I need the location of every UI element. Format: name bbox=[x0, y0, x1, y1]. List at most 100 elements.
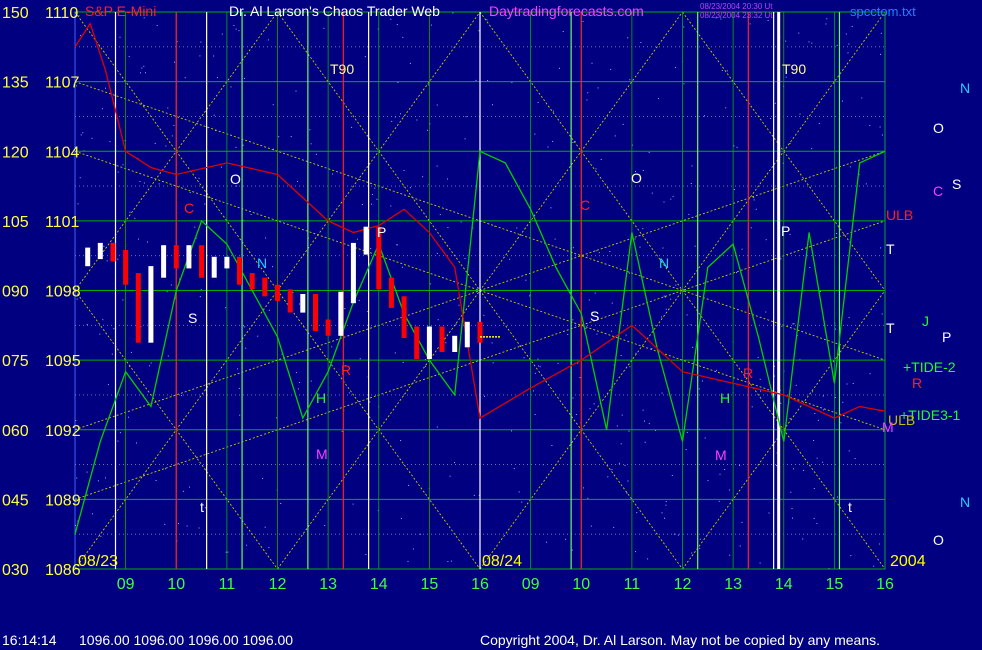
star-dot bbox=[559, 67, 560, 69]
star-dot bbox=[402, 36, 404, 38]
star-dot bbox=[158, 183, 160, 185]
star-dot bbox=[589, 408, 591, 410]
star-dot bbox=[780, 258, 782, 260]
website-link[interactable]: Daytradingforecasts.com bbox=[489, 3, 644, 19]
star-dot bbox=[665, 308, 667, 310]
star-dot bbox=[642, 409, 644, 411]
sidebar-label: ULB bbox=[886, 207, 913, 223]
star-dot bbox=[117, 258, 119, 260]
sidebar-label: N bbox=[960, 494, 970, 510]
star-dot bbox=[585, 328, 587, 330]
star-dot bbox=[199, 296, 201, 298]
star-dot bbox=[80, 134, 82, 136]
star-dot bbox=[816, 522, 818, 524]
star-dot bbox=[268, 547, 270, 549]
star-dot bbox=[873, 565, 875, 567]
star-dot bbox=[635, 551, 636, 553]
star-dot bbox=[620, 443, 622, 445]
star-dot bbox=[408, 484, 410, 486]
sidebar-label: S bbox=[952, 176, 961, 192]
star-dot bbox=[683, 26, 685, 28]
star-dot bbox=[583, 487, 584, 489]
y-tick-outer: 105 bbox=[2, 214, 29, 231]
line-marker: T90 bbox=[782, 61, 806, 77]
price-bar bbox=[313, 294, 318, 332]
line-marker: C bbox=[580, 197, 590, 213]
star-dot bbox=[356, 238, 358, 240]
date-label: 08/24 bbox=[482, 553, 522, 570]
star-dot bbox=[164, 523, 166, 525]
star-dot bbox=[150, 362, 152, 364]
x-tick-hour: 14 bbox=[370, 576, 388, 593]
star-dot bbox=[390, 205, 392, 207]
star-dot bbox=[170, 284, 172, 286]
star-dot bbox=[230, 86, 232, 88]
star-dot bbox=[677, 534, 679, 536]
star-dot bbox=[149, 365, 151, 367]
star-dot bbox=[550, 207, 552, 209]
star-dot bbox=[101, 108, 103, 110]
y-tick-inner: 1110 bbox=[45, 5, 78, 22]
star-dot bbox=[220, 166, 222, 168]
star-dot bbox=[427, 129, 429, 131]
star-dot bbox=[663, 295, 665, 297]
star-dot bbox=[774, 102, 776, 104]
star-dot bbox=[238, 30, 240, 32]
star-dot bbox=[521, 501, 523, 503]
star-dot bbox=[626, 492, 628, 494]
star-dot bbox=[111, 353, 113, 355]
star-dot bbox=[80, 35, 82, 37]
x-tick-hour: 16 bbox=[876, 576, 894, 593]
sidebar-label: C bbox=[933, 183, 943, 199]
star-dot bbox=[391, 120, 393, 122]
star-dot bbox=[227, 551, 229, 553]
footer-ohlc: 1096.00 1096.00 1096.00 1096.00 bbox=[79, 632, 293, 648]
footer-time: 16:14:14 bbox=[2, 632, 57, 648]
star-dot bbox=[690, 183, 692, 184]
star-dot bbox=[180, 395, 182, 397]
star-dot bbox=[134, 217, 136, 219]
star-dot bbox=[370, 248, 372, 250]
star-dot bbox=[310, 143, 312, 145]
star-dot bbox=[539, 366, 541, 368]
star-dot bbox=[610, 68, 612, 70]
star-dot bbox=[736, 146, 738, 148]
star-dot bbox=[760, 390, 761, 392]
star-dot bbox=[492, 362, 494, 364]
star-dot bbox=[595, 168, 597, 170]
star-dot bbox=[836, 44, 838, 46]
star-dot bbox=[77, 203, 79, 205]
star-dot bbox=[798, 32, 800, 34]
x-tick-hour: 09 bbox=[117, 576, 135, 593]
star-dot bbox=[445, 342, 447, 344]
star-dot bbox=[808, 41, 810, 43]
price-bar bbox=[477, 321, 483, 343]
star-dot bbox=[396, 244, 398, 246]
star-dot bbox=[416, 119, 418, 121]
star-dot bbox=[239, 414, 241, 416]
star-dot bbox=[661, 392, 663, 394]
star-dot bbox=[447, 227, 449, 228]
star-dot bbox=[776, 465, 777, 467]
star-dot bbox=[184, 77, 186, 79]
star-dot bbox=[272, 104, 274, 106]
sidebar-label: P bbox=[942, 329, 951, 345]
star-dot bbox=[290, 136, 292, 138]
star-dot bbox=[537, 102, 539, 103]
star-dot bbox=[534, 372, 536, 374]
star-dot bbox=[852, 383, 854, 384]
star-dot bbox=[688, 213, 690, 215]
star-dot bbox=[686, 431, 688, 433]
star-dot bbox=[244, 326, 246, 328]
star-dot bbox=[235, 28, 237, 30]
y-tick-outer: 030 bbox=[2, 562, 29, 579]
star-dot bbox=[880, 53, 881, 55]
star-dot bbox=[781, 325, 783, 327]
star-dot bbox=[200, 41, 202, 43]
star-dot bbox=[130, 351, 132, 353]
star-dot bbox=[629, 79, 631, 81]
star-dot bbox=[447, 561, 449, 562]
star-dot bbox=[803, 469, 805, 471]
star-dot bbox=[538, 365, 540, 367]
star-dot bbox=[324, 525, 326, 526]
